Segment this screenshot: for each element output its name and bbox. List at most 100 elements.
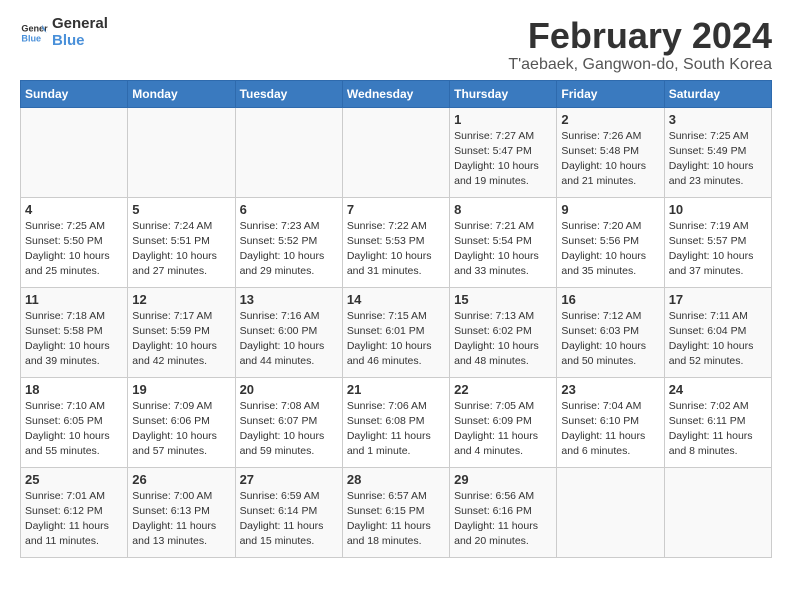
calendar-week-row: 18 Sunrise: 7:10 AM Sunset: 6:05 PM Dayli… <box>21 377 772 467</box>
calendar-body: 1Sunrise: 7:27 AM Sunset: 5:47 PM Daylig… <box>21 107 772 557</box>
day-info: Sunrise: 7:08 AM Sunset: 6:07 PM Dayligh… <box>240 399 338 460</box>
day-info: Sunrise: 7:26 AM Sunset: 5:48 PM Dayligh… <box>561 129 659 190</box>
title-block: February 2024 T'aebaek, Gangwon-do, Sout… <box>508 16 772 74</box>
calendar-cell: 15 Sunrise: 7:13 AM Sunset: 6:02 PM Dayli… <box>450 287 557 377</box>
calendar-cell: 1Sunrise: 7:27 AM Sunset: 5:47 PM Daylig… <box>450 107 557 197</box>
weekday-header: Tuesday <box>235 80 342 107</box>
day-number: 27 <box>240 472 338 487</box>
weekday-header: Friday <box>557 80 664 107</box>
day-info: Sunrise: 7:21 AM Sunset: 5:54 PM Dayligh… <box>454 219 552 280</box>
day-number: 9 <box>561 202 659 217</box>
calendar-cell: 8 Sunrise: 7:21 AM Sunset: 5:54 PM Daylig… <box>450 197 557 287</box>
calendar-cell <box>235 107 342 197</box>
calendar-cell: 2 Sunrise: 7:26 AM Sunset: 5:48 PM Daylig… <box>557 107 664 197</box>
calendar-cell: 4 Sunrise: 7:25 AM Sunset: 5:50 PM Daylig… <box>21 197 128 287</box>
day-info: Sunrise: 6:59 AM Sunset: 6:14 PM Dayligh… <box>240 489 338 550</box>
calendar-cell: 21Sunrise: 7:06 AM Sunset: 6:08 PM Dayli… <box>342 377 449 467</box>
day-info: Sunrise: 7:24 AM Sunset: 5:51 PM Dayligh… <box>132 219 230 280</box>
calendar-cell: 7 Sunrise: 7:22 AM Sunset: 5:53 PM Daylig… <box>342 197 449 287</box>
day-number: 29 <box>454 472 552 487</box>
day-number: 17 <box>669 292 767 307</box>
day-info: Sunrise: 7:25 AM Sunset: 5:50 PM Dayligh… <box>25 219 123 280</box>
day-number: 28 <box>347 472 445 487</box>
weekday-header: Wednesday <box>342 80 449 107</box>
calendar-cell: 18 Sunrise: 7:10 AM Sunset: 6:05 PM Dayli… <box>21 377 128 467</box>
day-info: Sunrise: 7:09 AM Sunset: 6:06 PM Dayligh… <box>132 399 230 460</box>
day-number: 23 <box>561 382 659 397</box>
day-number: 22 <box>454 382 552 397</box>
calendar-cell: 16Sunrise: 7:12 AM Sunset: 6:03 PM Dayli… <box>557 287 664 377</box>
day-number: 19 <box>132 382 230 397</box>
weekday-header: Saturday <box>664 80 771 107</box>
day-info: Sunrise: 7:23 AM Sunset: 5:52 PM Dayligh… <box>240 219 338 280</box>
day-number: 25 <box>25 472 123 487</box>
day-number: 10 <box>669 202 767 217</box>
logo: General Blue General Blue <box>20 16 108 49</box>
day-number: 13 <box>240 292 338 307</box>
calendar-cell: 24Sunrise: 7:02 AM Sunset: 6:11 PM Dayli… <box>664 377 771 467</box>
day-info: Sunrise: 7:15 AM Sunset: 6:01 PM Dayligh… <box>347 309 445 370</box>
calendar-cell: 11 Sunrise: 7:18 AM Sunset: 5:58 PM Dayli… <box>21 287 128 377</box>
day-info: Sunrise: 7:13 AM Sunset: 6:02 PM Dayligh… <box>454 309 552 370</box>
weekday-header: Thursday <box>450 80 557 107</box>
day-info: Sunrise: 7:18 AM Sunset: 5:58 PM Dayligh… <box>25 309 123 370</box>
subtitle: T'aebaek, Gangwon-do, South Korea <box>508 56 772 74</box>
day-number: 4 <box>25 202 123 217</box>
calendar-cell <box>21 107 128 197</box>
calendar-week-row: 11 Sunrise: 7:18 AM Sunset: 5:58 PM Dayli… <box>21 287 772 377</box>
day-info: Sunrise: 7:25 AM Sunset: 5:49 PM Dayligh… <box>669 129 767 190</box>
day-number: 18 <box>25 382 123 397</box>
day-number: 6 <box>240 202 338 217</box>
day-info: Sunrise: 7:04 AM Sunset: 6:10 PM Dayligh… <box>561 399 659 460</box>
calendar-cell: 27 Sunrise: 6:59 AM Sunset: 6:14 PM Dayli… <box>235 467 342 557</box>
calendar-cell: 23 Sunrise: 7:04 AM Sunset: 6:10 PM Dayli… <box>557 377 664 467</box>
calendar-cell <box>342 107 449 197</box>
calendar-cell: 14 Sunrise: 7:15 AM Sunset: 6:01 PM Dayli… <box>342 287 449 377</box>
calendar-week-row: 25 Sunrise: 7:01 AM Sunset: 6:12 PM Dayli… <box>21 467 772 557</box>
day-number: 12 <box>132 292 230 307</box>
day-number: 11 <box>25 292 123 307</box>
calendar-cell: 29 Sunrise: 6:56 AM Sunset: 6:16 PM Dayli… <box>450 467 557 557</box>
day-number: 15 <box>454 292 552 307</box>
calendar-header: SundayMondayTuesdayWednesdayThursdayFrid… <box>21 80 772 107</box>
main-title: February 2024 <box>508 16 772 56</box>
calendar-cell <box>557 467 664 557</box>
day-info: Sunrise: 6:56 AM Sunset: 6:16 PM Dayligh… <box>454 489 552 550</box>
day-info: Sunrise: 7:17 AM Sunset: 5:59 PM Dayligh… <box>132 309 230 370</box>
day-info: Sunrise: 7:00 AM Sunset: 6:13 PM Dayligh… <box>132 489 230 550</box>
logo-line2: Blue <box>52 33 108 50</box>
logo-icon: General Blue <box>20 19 48 47</box>
day-info: Sunrise: 7:16 AM Sunset: 6:00 PM Dayligh… <box>240 309 338 370</box>
day-number: 24 <box>669 382 767 397</box>
calendar-cell: 20 Sunrise: 7:08 AM Sunset: 6:07 PM Dayli… <box>235 377 342 467</box>
day-number: 7 <box>347 202 445 217</box>
day-info: Sunrise: 7:10 AM Sunset: 6:05 PM Dayligh… <box>25 399 123 460</box>
day-info: Sunrise: 7:12 AM Sunset: 6:03 PM Dayligh… <box>561 309 659 370</box>
logo-line1: General <box>52 16 108 33</box>
calendar-cell: 22Sunrise: 7:05 AM Sunset: 6:09 PM Dayli… <box>450 377 557 467</box>
weekday-header: Monday <box>128 80 235 107</box>
day-number: 14 <box>347 292 445 307</box>
day-info: Sunrise: 7:11 AM Sunset: 6:04 PM Dayligh… <box>669 309 767 370</box>
header-row: SundayMondayTuesdayWednesdayThursdayFrid… <box>21 80 772 107</box>
day-info: Sunrise: 7:27 AM Sunset: 5:47 PM Dayligh… <box>454 129 552 190</box>
calendar-cell: 12 Sunrise: 7:17 AM Sunset: 5:59 PM Dayli… <box>128 287 235 377</box>
day-number: 3 <box>669 112 767 127</box>
calendar-cell: 3 Sunrise: 7:25 AM Sunset: 5:49 PM Daylig… <box>664 107 771 197</box>
day-number: 8 <box>454 202 552 217</box>
calendar-table: SundayMondayTuesdayWednesdayThursdayFrid… <box>20 80 772 558</box>
day-info: Sunrise: 7:22 AM Sunset: 5:53 PM Dayligh… <box>347 219 445 280</box>
day-number: 26 <box>132 472 230 487</box>
calendar-cell <box>128 107 235 197</box>
calendar-cell: 13 Sunrise: 7:16 AM Sunset: 6:00 PM Dayli… <box>235 287 342 377</box>
day-number: 20 <box>240 382 338 397</box>
calendar-cell: 9Sunrise: 7:20 AM Sunset: 5:56 PM Daylig… <box>557 197 664 287</box>
calendar-week-row: 4 Sunrise: 7:25 AM Sunset: 5:50 PM Daylig… <box>21 197 772 287</box>
day-number: 2 <box>561 112 659 127</box>
calendar-week-row: 1Sunrise: 7:27 AM Sunset: 5:47 PM Daylig… <box>21 107 772 197</box>
day-info: Sunrise: 7:01 AM Sunset: 6:12 PM Dayligh… <box>25 489 123 550</box>
calendar-cell <box>664 467 771 557</box>
day-info: Sunrise: 7:06 AM Sunset: 6:08 PM Dayligh… <box>347 399 445 460</box>
calendar-cell: 26 Sunrise: 7:00 AM Sunset: 6:13 PM Dayli… <box>128 467 235 557</box>
calendar-cell: 19 Sunrise: 7:09 AM Sunset: 6:06 PM Dayli… <box>128 377 235 467</box>
